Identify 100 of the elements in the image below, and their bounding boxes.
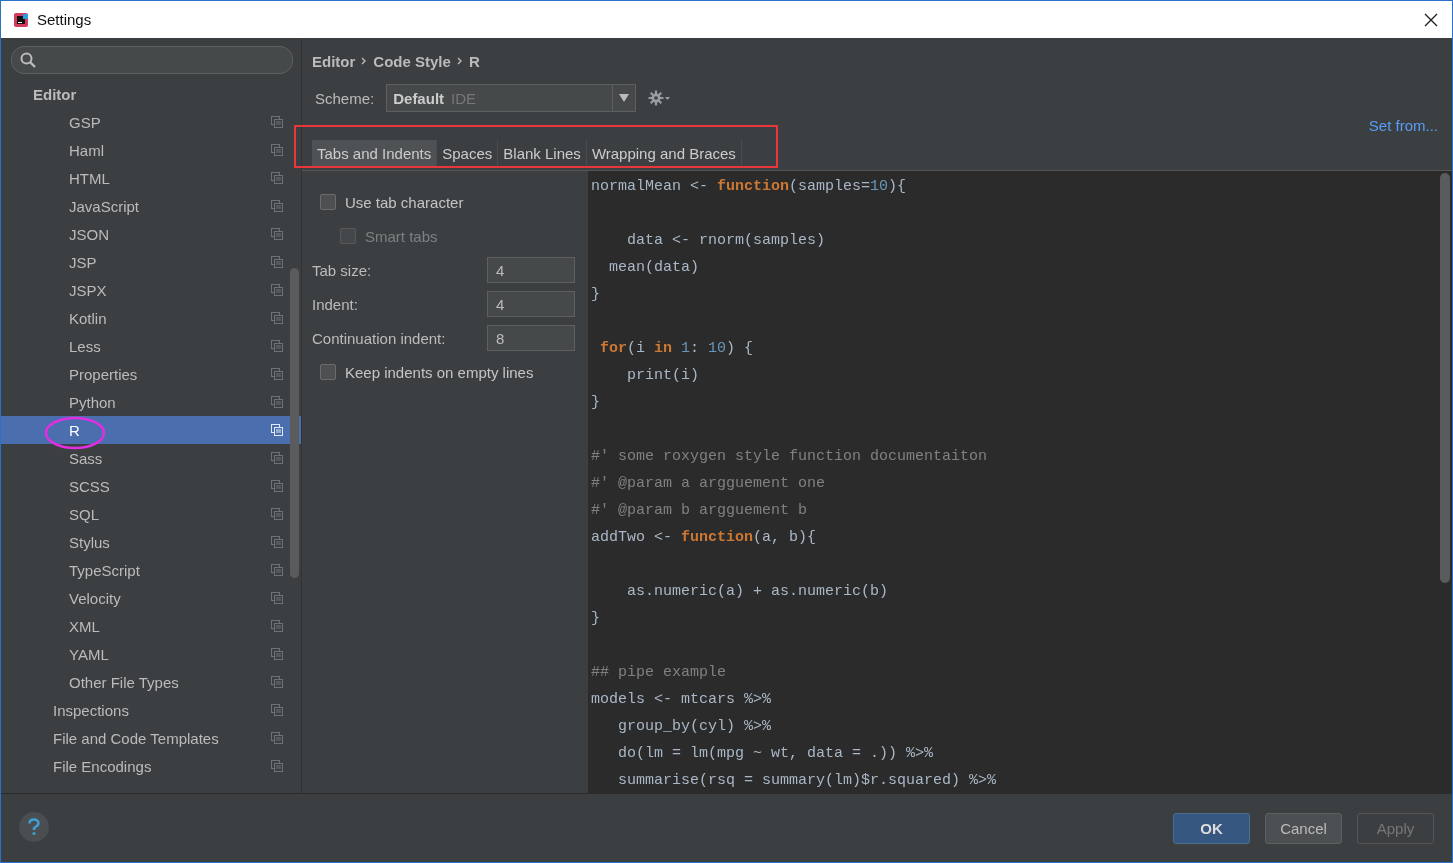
- breadcrumb-item: R: [468, 52, 480, 70]
- tree-item[interactable]: Sass: [1, 444, 301, 472]
- tree-item[interactable]: TypeScript: [1, 556, 301, 584]
- input-field[interactable]: 4: [487, 257, 575, 283]
- tab[interactable]: Blank Lines: [498, 140, 587, 167]
- copy-icon: [271, 284, 283, 296]
- copy-icon: [271, 116, 283, 128]
- code-line: group_by(cyl) %>%: [617, 718, 772, 735]
- copy-icon: [271, 592, 283, 604]
- code-line: addTwo <- function(a, b){: [591, 529, 817, 546]
- tree-item[interactable]: Python: [1, 388, 301, 416]
- tree-item[interactable]: SQL: [1, 500, 301, 528]
- code-line: do(lm = lm(mpg ~ wt, data = .)) %>%: [617, 745, 934, 762]
- code-line: for(i in 1: 10) {: [599, 340, 754, 357]
- copy-icon: [271, 676, 283, 688]
- dialog-button[interactable]: OK: [1173, 812, 1250, 844]
- tree-item[interactable]: Stylus: [1, 528, 301, 556]
- scrollbar[interactable]: [290, 268, 299, 578]
- help-button[interactable]: [19, 812, 49, 842]
- search-field[interactable]: [11, 46, 293, 74]
- tree-item[interactable]: File Encodings: [1, 752, 301, 780]
- code-line: }: [591, 610, 600, 627]
- tree-item[interactable]: JSPX: [1, 276, 301, 304]
- copy-icon: [271, 480, 283, 492]
- separator-icon: [361, 57, 368, 65]
- tree-item[interactable]: Velocity: [1, 584, 301, 612]
- input-field[interactable]: 8: [487, 325, 575, 351]
- code-line: #' @param a argguement one: [591, 475, 826, 492]
- copy-icon: [271, 648, 283, 660]
- tree-item[interactable]: File and Code Templates: [1, 724, 301, 752]
- code-line: }: [591, 394, 600, 411]
- code-line: normalMean <- function(samples=10){: [591, 178, 907, 195]
- code-line: as.numeric(a) + as.numeric(b): [626, 583, 889, 600]
- field-label: Tab size:: [312, 261, 373, 279]
- code-line: #' some roxygen style function documentaiton: [591, 448, 988, 465]
- set-from-link[interactable]: Set from...: [1368, 116, 1438, 134]
- tree-item[interactable]: HTML: [1, 164, 301, 192]
- tree-item[interactable]: SCSS: [1, 472, 301, 500]
- copy-icon: [271, 620, 283, 632]
- scheme-label: Scheme:: [315, 89, 375, 107]
- copy-icon: [271, 172, 283, 184]
- annotation-ellipse: [44, 416, 106, 450]
- copy-icon: [271, 424, 283, 436]
- copy-icon: [271, 368, 283, 380]
- breadcrumb-item: Code Style: [373, 52, 451, 70]
- code-line: mean(data): [608, 259, 700, 276]
- checkbox-label: Use tab character: [345, 193, 464, 211]
- checkbox[interactable]: [320, 194, 336, 210]
- checkbox-label: Keep indents on empty lines: [345, 363, 534, 381]
- code-line: summarise(rsq = summary(lm)$r.squared) %>%: [617, 772, 997, 789]
- field-label: Continuation indent:: [312, 329, 447, 347]
- checkbox[interactable]: [320, 364, 336, 380]
- tab[interactable]: Tabs and Indents: [312, 140, 438, 167]
- tree-item[interactable]: Less: [1, 332, 301, 360]
- copy-icon: [271, 228, 283, 240]
- tab[interactable]: Wrapping and Braces: [586, 140, 742, 167]
- breadcrumb-item: Editor: [312, 52, 356, 70]
- copy-icon: [271, 256, 283, 268]
- tree-item[interactable]: GSP: [1, 108, 301, 136]
- tree-item[interactable]: Inspections: [1, 696, 301, 724]
- tree-item[interactable]: JSP: [1, 248, 301, 276]
- input-field[interactable]: 4: [487, 291, 575, 317]
- tree-item[interactable]: Haml: [1, 136, 301, 164]
- tab[interactable]: Spaces: [437, 140, 499, 167]
- copy-icon: [271, 452, 283, 464]
- copy-icon: [271, 200, 283, 212]
- copy-icon: [271, 340, 283, 352]
- tree-item[interactable]: JavaScript: [1, 192, 301, 220]
- tree-item[interactable]: Other File Types: [1, 668, 301, 696]
- tree-item[interactable]: JSON: [1, 220, 301, 248]
- tree-item[interactable]: Properties: [1, 360, 301, 388]
- copy-icon: [271, 732, 283, 744]
- tree-item[interactable]: Editor: [1, 80, 301, 108]
- dropdown-arrow-icon: [619, 94, 630, 102]
- copy-icon: [271, 704, 283, 716]
- code-line: #' @param b argguement b: [591, 502, 808, 519]
- copy-icon: [271, 144, 283, 156]
- code-line: data <- rnorm(samples): [626, 232, 826, 249]
- separator-icon: [456, 57, 463, 65]
- code-line: print(i): [626, 367, 700, 384]
- tree-item[interactable]: Kotlin: [1, 304, 301, 332]
- copy-icon: [271, 564, 283, 576]
- settings-icon[interactable]: [648, 90, 671, 106]
- scrollbar[interactable]: [1440, 173, 1450, 583]
- field-label: Indent:: [312, 295, 359, 313]
- tree-item[interactable]: R: [1, 416, 301, 444]
- checkbox-label: Smart tabs: [365, 227, 438, 245]
- dialog-button[interactable]: Cancel: [1265, 812, 1342, 844]
- code-line: }: [591, 286, 600, 303]
- copy-icon: [271, 508, 283, 520]
- code-line: models <- mtcars %>%: [591, 691, 772, 708]
- tree-item[interactable]: XML: [1, 612, 301, 640]
- tree-item[interactable]: YAML: [1, 640, 301, 668]
- question-mark-icon: [27, 818, 41, 836]
- window-title: Settings: [37, 11, 92, 28]
- close-icon[interactable]: [1424, 12, 1438, 27]
- search-icon: [20, 52, 36, 68]
- app-icon: [13, 11, 29, 28]
- code-line: ## pipe example: [591, 664, 727, 681]
- copy-icon: [271, 760, 283, 772]
